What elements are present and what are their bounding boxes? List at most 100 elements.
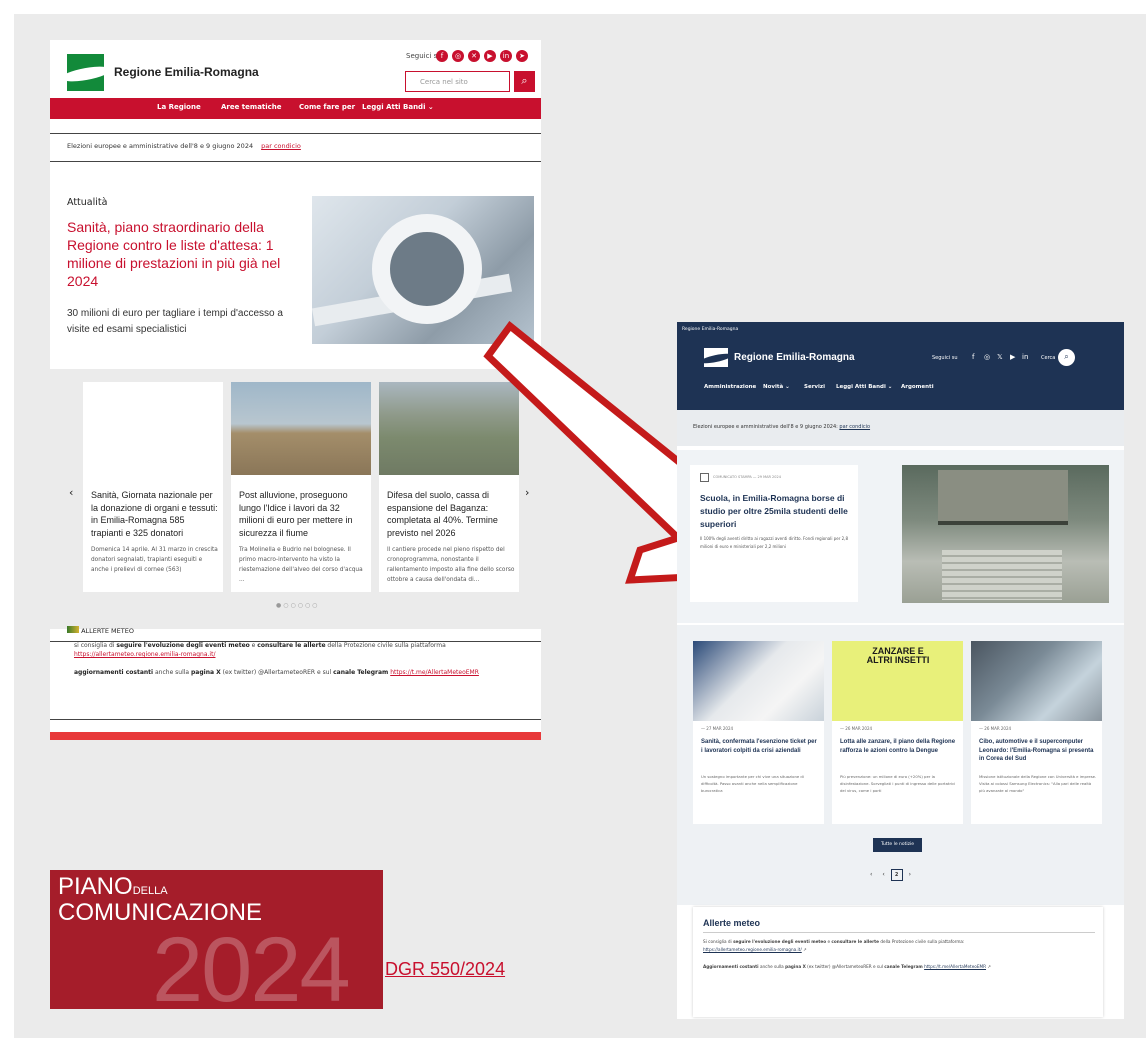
- chevron-left-icon[interactable]: ‹: [870, 871, 872, 878]
- telegram-link[interactable]: https://t.me/AllertaMeteoEMR: [390, 669, 479, 676]
- nav-la-regione[interactable]: La Regione: [157, 103, 201, 111]
- instagram-icon[interactable]: ◎: [984, 353, 990, 361]
- slider-card[interactable]: Post alluvione, proseguono lungo l'Idice…: [231, 382, 371, 592]
- news-card[interactable]: — 26 MAR 2024 Cibo, automotive e il supe…: [971, 641, 1102, 824]
- news-card[interactable]: ZANZARE E ALTRI INSETTI — 26 MAR 2024 Lo…: [832, 641, 963, 824]
- allerte-text: pagina X: [191, 669, 221, 676]
- search-icon[interactable]: ⌕: [514, 71, 535, 92]
- x-icon[interactable]: ✕: [468, 50, 480, 62]
- allerte-text: canale Telegram: [884, 964, 923, 969]
- divider: [50, 719, 541, 720]
- par-condicio-link[interactable]: par condicio: [261, 142, 301, 150]
- dgr-link[interactable]: DGR 550/2024: [385, 959, 505, 980]
- featured-title[interactable]: Scuola, in Emilia-Romagna borse di studi…: [700, 492, 855, 531]
- allerte-text: (ex twitter) @AllertameteoRER e sul: [220, 669, 334, 676]
- news-card[interactable]: — 27 MAR 2024 Sanità, confermata l'esenz…: [693, 641, 824, 824]
- facebook-icon[interactable]: f: [972, 353, 974, 361]
- tutte-le-notizie-button[interactable]: Tutte le notizie: [873, 838, 922, 852]
- old-brand-name: Regione Emilia-Romagna: [114, 65, 259, 79]
- nav-come-fare-per[interactable]: Come fare per: [299, 103, 355, 111]
- featured-news: COMUNICATO STAMPA — 29 MAR 2024 Scuola, …: [677, 450, 1124, 623]
- allerte-text: (ex twitter) @AllertameteoRER e sul: [805, 964, 885, 969]
- news-text: Missione istituzionale della Regione con…: [979, 774, 1097, 793]
- old-header: Regione Emilia-Romagna Seguici su f ◎ ✕ …: [50, 40, 541, 97]
- allerte-text: si consiglia di: [74, 642, 117, 649]
- allerte-text: della Protezione civile sulla piattaform…: [325, 642, 446, 649]
- slider-card-text: Tra Molinella e Budrio nel bolognese. Il…: [239, 547, 363, 583]
- nav-leggi-atti-bandi[interactable]: Leggi Atti Bandi ⌄: [362, 103, 434, 111]
- news-title: Lotta alle zanzare, il piano della Regio…: [840, 739, 956, 754]
- new-top-small: Regione Emilia-Romagna: [682, 327, 739, 332]
- telegram-icon[interactable]: ➤: [516, 50, 528, 62]
- zanzare-text: ZANZARE E ALTRI INSETTI: [866, 646, 930, 665]
- allerte-text: anche sulla: [153, 669, 192, 676]
- nav-novita[interactable]: Novità ⌄: [763, 384, 790, 390]
- news-title: Cibo, automotive e il supercomputer Leon…: [979, 739, 1094, 762]
- hero-title[interactable]: Sanità, piano straordinario della Region…: [67, 218, 297, 290]
- news-date: — 26 MAR 2024: [979, 726, 1012, 731]
- della-word: DELLA: [132, 885, 168, 897]
- slider-card-title: Post alluvione, proseguono lungo l'Idice…: [239, 490, 353, 538]
- new-site-screenshot: Regione Emilia-Romagna Regione Emilia-Ro…: [677, 322, 1124, 1019]
- region-logo-icon: [704, 348, 728, 367]
- cerca-label: Cerca: [1041, 355, 1056, 361]
- allerte-meteo-heading: Allerte meteo: [703, 918, 761, 928]
- elezioni-text: Elezioni europee e amministrative dell'8…: [693, 424, 840, 430]
- news-title: Sanità, confermata l'esenzione ticket pe…: [701, 739, 817, 754]
- allertameteo-link[interactable]: https://allertameteo.regione.emilia-roma…: [703, 947, 802, 952]
- allerte-paragraph: Aggiornamenti costanti anche sulla pagin…: [703, 964, 991, 969]
- school-building-image[interactable]: [902, 465, 1109, 603]
- allerte-title: ALLERTE METEO: [81, 627, 134, 635]
- facebook-icon[interactable]: f: [436, 50, 448, 62]
- chevron-left-icon[interactable]: ‹: [69, 486, 73, 499]
- slider-card[interactable]: Sanità, Giornata nazionale per la donazi…: [83, 382, 223, 592]
- slider-dots[interactable]: ●○○○○○: [276, 602, 319, 609]
- allerte-paragraph: Si consiglia di seguire l'evoluzione deg…: [703, 939, 965, 952]
- zanzare-image: ZANZARE E ALTRI INSETTI: [832, 641, 963, 721]
- x-icon[interactable]: 𝕏: [997, 353, 1003, 361]
- nav-aree-tematiche[interactable]: Aree tematiche: [221, 103, 282, 111]
- allerte-text: Aggiornamenti costanti: [703, 964, 759, 969]
- hero-subtitle: 30 milioni di euro per tagliare i tempi …: [67, 308, 283, 335]
- instagram-icon[interactable]: ◎: [452, 50, 464, 62]
- nav-leggi-atti-bandi[interactable]: Leggi Atti Bandi ⌄: [836, 384, 892, 390]
- chevron-left-icon[interactable]: ‹: [882, 871, 884, 878]
- telegram-link[interactable]: https://t.me/AllertaMeteoEMR: [924, 964, 986, 969]
- nav-amministrazione[interactable]: Amministrazione: [704, 384, 756, 390]
- news-text: Un sostegno importante per chi vive una …: [701, 774, 804, 793]
- new-elezioni-bar: Elezioni europee e amministrative dell'8…: [677, 410, 1124, 446]
- seguici-label: Seguici su: [932, 355, 958, 361]
- pagination: ‹ ‹ 2 ›: [870, 869, 911, 881]
- youtube-icon[interactable]: ▶: [1010, 353, 1015, 361]
- chevron-right-icon[interactable]: ›: [909, 871, 911, 878]
- allerte-text: seguire l'evoluzione degli eventi meteo: [733, 939, 827, 944]
- piano-comunicazione-logo: 2024 PIANODELLA COMUNICAZIONE: [50, 870, 383, 1009]
- page-current[interactable]: 2: [890, 869, 903, 881]
- nav-servizi[interactable]: Servizi: [804, 384, 825, 390]
- allerte-text: canale Telegram: [333, 669, 389, 676]
- old-search-input[interactable]: Cerca nel sito: [405, 71, 510, 92]
- slider-card-title: Sanità, Giornata nazionale per la donazi…: [91, 490, 218, 538]
- news-grid: — 27 MAR 2024 Sanità, confermata l'esenz…: [677, 625, 1124, 905]
- conference-image: [971, 641, 1102, 721]
- par-condicio-link[interactable]: par condicio: [839, 424, 870, 430]
- featured-card[interactable]: COMUNICATO STAMPA — 29 MAR 2024 Scuola, …: [690, 465, 858, 602]
- linkedin-icon[interactable]: in: [1022, 353, 1028, 361]
- weather-flag-icon: [67, 626, 79, 633]
- allerte-text: consultare le allerte: [831, 939, 880, 944]
- excavator-image: [231, 382, 371, 475]
- surgeons-image: [83, 382, 223, 475]
- divider: [50, 161, 541, 162]
- piano-line2: COMUNICAZIONE: [58, 899, 262, 926]
- document-signing-image: [693, 641, 824, 721]
- elezioni-text: Elezioni europee e amministrative dell'8…: [67, 142, 254, 150]
- search-icon[interactable]: ⌕: [1058, 349, 1075, 366]
- linkedin-icon[interactable]: in: [500, 50, 512, 62]
- allerte-text: pagina X: [785, 964, 806, 969]
- youtube-icon[interactable]: ▶: [484, 50, 496, 62]
- news-date: — 27 MAR 2024: [701, 726, 734, 731]
- allertameteo-link[interactable]: https://allertameteo.regione.emilia-roma…: [74, 651, 215, 658]
- nav-argomenti[interactable]: Argomenti: [901, 384, 934, 390]
- piano-word: PIANO: [58, 873, 133, 900]
- piano-year: 2024: [152, 919, 351, 1009]
